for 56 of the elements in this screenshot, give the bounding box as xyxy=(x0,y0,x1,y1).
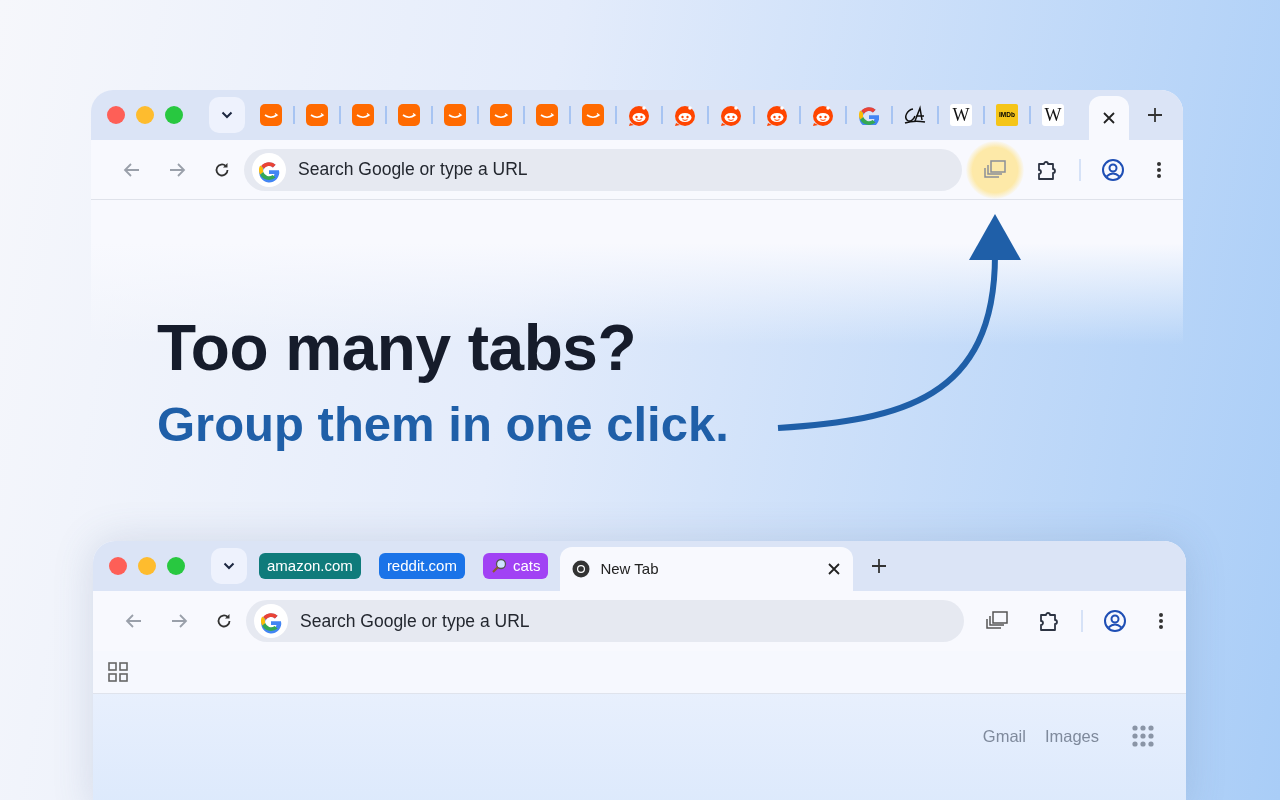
headline: Too many tabs? xyxy=(157,311,637,386)
maximize-window-button[interactable] xyxy=(165,106,183,124)
script-logo-icon xyxy=(903,105,927,125)
more-icon xyxy=(1158,612,1164,630)
header-link[interactable]: Images xyxy=(1044,724,1099,749)
address-bar[interactable]: Search Google or type a URL xyxy=(246,600,964,642)
tab-group-chip[interactable]: reddit.com xyxy=(378,552,465,580)
alien-favicon-icon xyxy=(673,103,697,127)
shopping-favicon-icon xyxy=(582,104,604,126)
close-icon[interactable] xyxy=(1102,111,1116,125)
alien-favicon-icon xyxy=(627,103,651,127)
google-icon xyxy=(254,604,288,638)
profile-icon xyxy=(1101,157,1125,182)
wiki-favicon: W xyxy=(950,104,972,126)
puzzle-icon xyxy=(1037,609,1061,633)
close-window-button[interactable] xyxy=(109,557,127,575)
plus-icon xyxy=(871,558,888,574)
google-icon xyxy=(252,152,286,187)
header-link[interactable]: Gmail xyxy=(982,724,1026,749)
browser-tab[interactable]: New Tab xyxy=(560,547,854,591)
shopping-favicon-icon xyxy=(260,104,282,126)
chevron-down-icon xyxy=(223,562,235,570)
alien-favicon-icon xyxy=(719,103,743,127)
browser-tab[interactable]: W xyxy=(1031,97,1075,133)
apps-grid-icon[interactable] xyxy=(1132,725,1154,748)
profile-icon xyxy=(1103,609,1127,633)
google-favicon-icon xyxy=(859,105,879,125)
wiki-favicon: W xyxy=(1042,104,1064,126)
alien-favicon-icon xyxy=(765,103,789,127)
tab-search-button[interactable] xyxy=(209,97,245,133)
alien-favicon-icon xyxy=(811,103,835,127)
browser-tab[interactable] xyxy=(1089,96,1129,140)
plus-icon xyxy=(1147,107,1163,123)
close-window-button[interactable] xyxy=(107,106,125,124)
magnifier-icon xyxy=(490,558,507,574)
stacked-windows-icon xyxy=(984,610,1010,632)
shopping-favicon-icon xyxy=(536,104,558,126)
tab-group-chip[interactable]: amazon.com xyxy=(259,552,361,580)
maximize-window-button[interactable] xyxy=(167,557,185,575)
shopping-favicon-icon xyxy=(490,104,512,126)
apps-shortcut-icon[interactable] xyxy=(108,662,128,682)
tab-title: New Tab xyxy=(600,558,660,579)
close-icon[interactable] xyxy=(827,562,842,576)
shopping-favicon-icon xyxy=(444,104,466,126)
shopping-favicon-icon xyxy=(306,104,328,126)
browser-logo-icon xyxy=(572,560,591,578)
more-icon xyxy=(1156,160,1162,179)
tab-search-button[interactable] xyxy=(211,548,247,584)
address-bar[interactable]: Search Google or type a URL xyxy=(244,148,962,191)
subheadline: Group them in one click. xyxy=(157,395,730,453)
tab-group-chip[interactable]: cats xyxy=(482,552,549,580)
browser-tab[interactable]: W xyxy=(939,97,983,133)
shopping-favicon-icon xyxy=(398,104,420,126)
chevron-down-icon xyxy=(221,111,233,119)
shopping-favicon-icon xyxy=(352,104,374,126)
stacked-windows-icon xyxy=(982,158,1008,181)
